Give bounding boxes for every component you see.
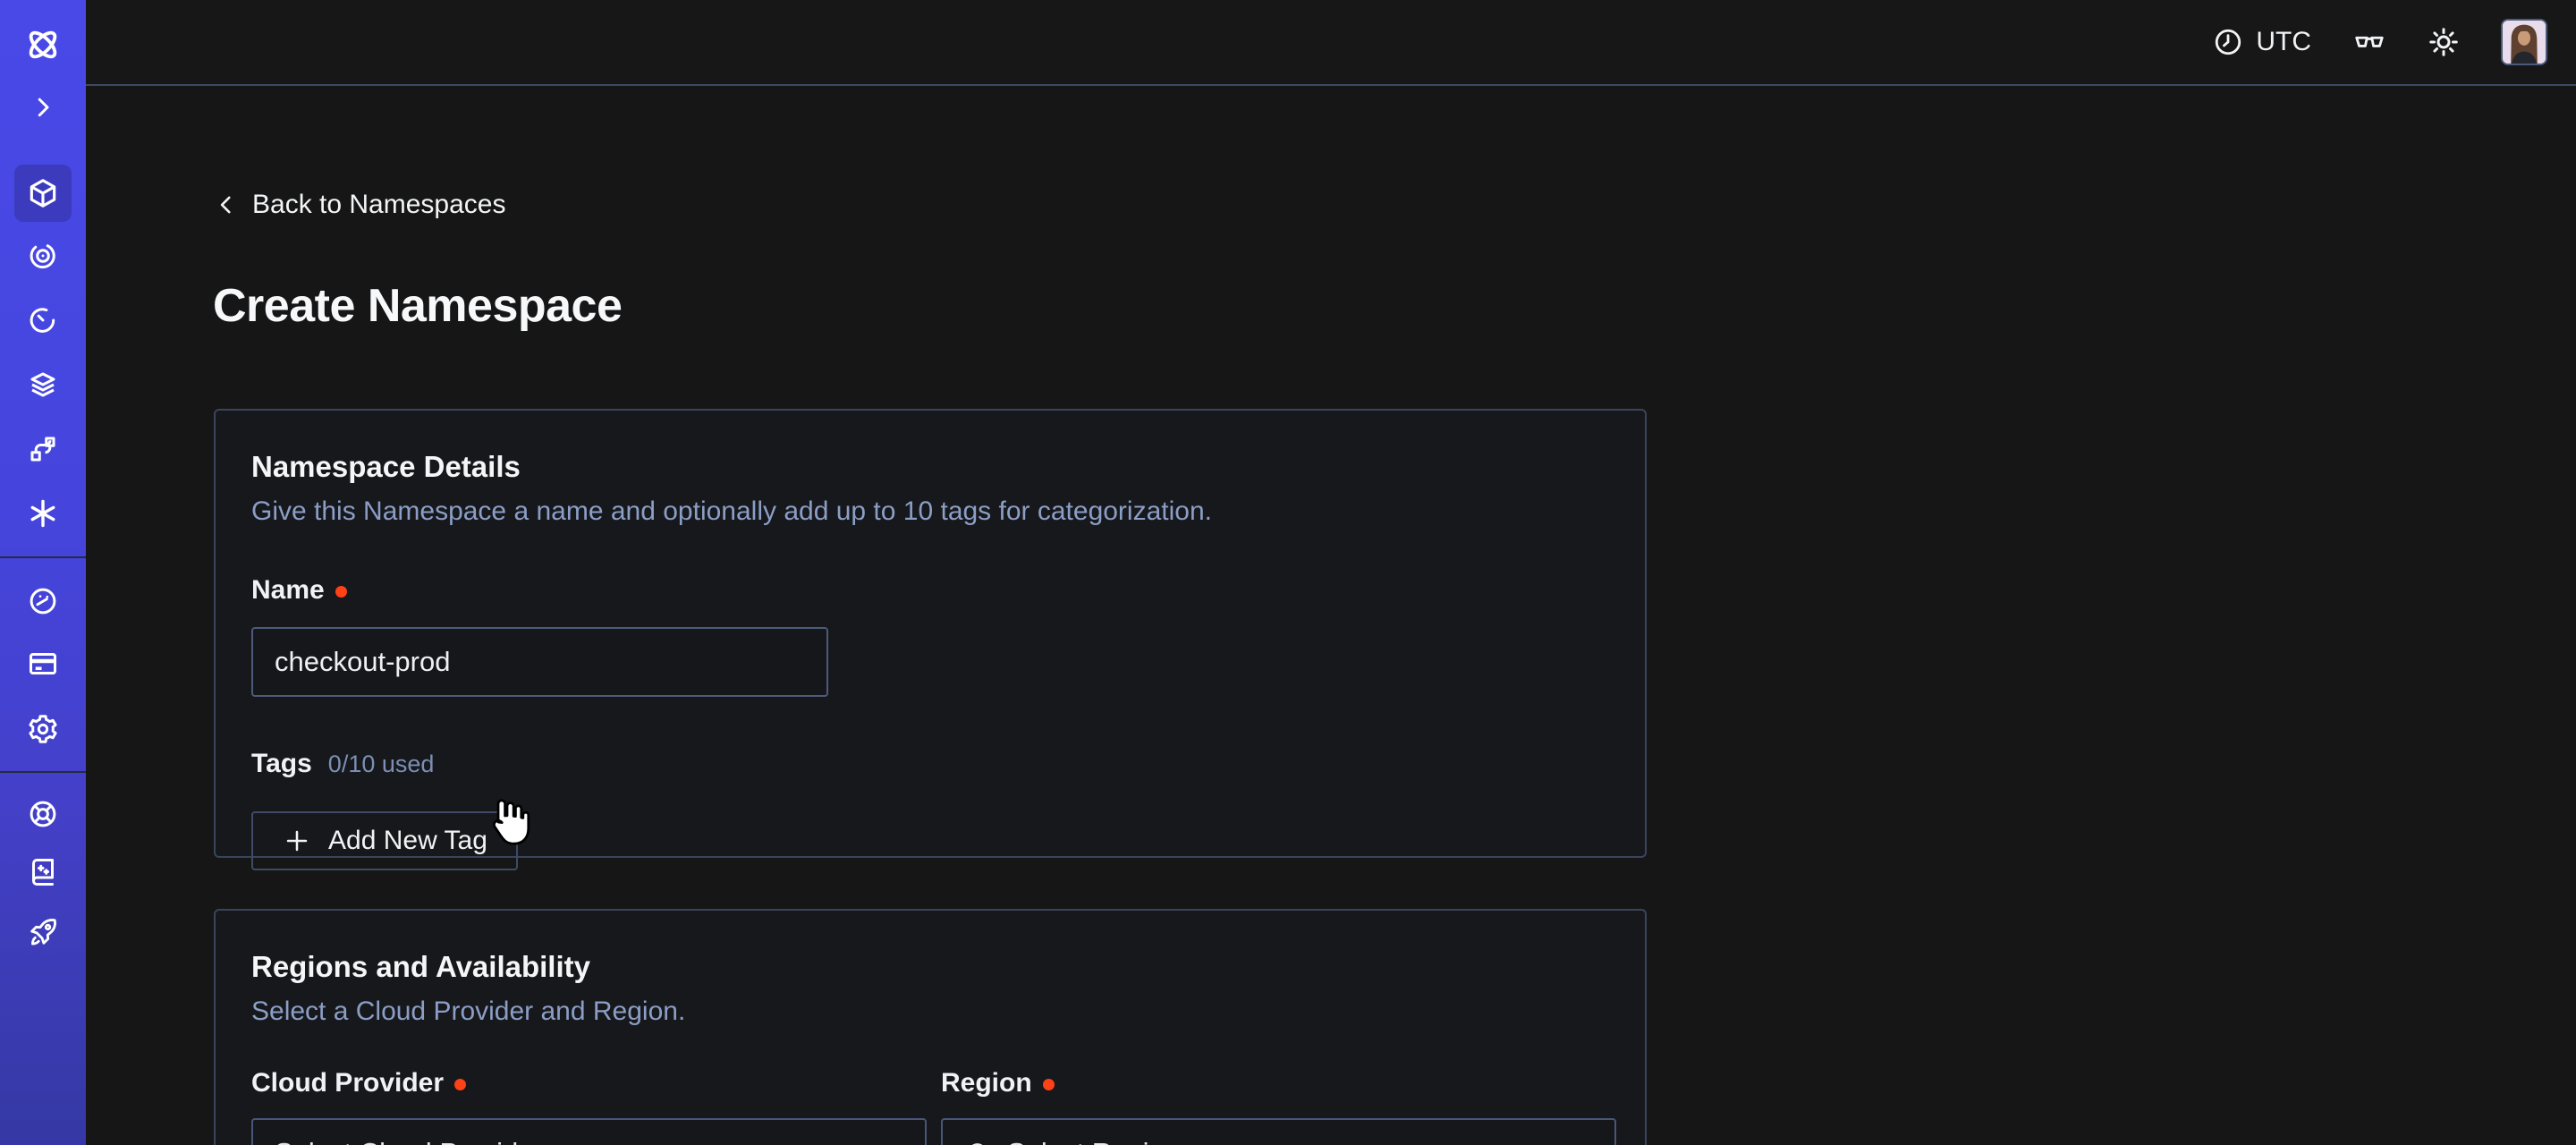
sidebar-item-get-started[interactable] [0, 903, 86, 961]
clock-icon [2213, 27, 2243, 57]
sidebar [0, 0, 86, 1145]
sidebar-item-docs[interactable] [0, 844, 86, 901]
name-field-label: Name [251, 575, 1609, 606]
tags-row: Tags 0/10 used [251, 749, 1609, 779]
gear-icon [27, 713, 59, 745]
chevron-down-icon [1564, 1139, 1593, 1145]
gauge-icon [27, 585, 59, 617]
chevron-down-icon [875, 1139, 903, 1145]
layers-icon [27, 369, 59, 401]
labs-toggle-button[interactable] [2352, 25, 2386, 59]
rocket-icon [27, 916, 59, 948]
main-content: Back to Namespaces Create Namespace Name… [86, 86, 2576, 1145]
sidebar-item-stacks[interactable] [0, 356, 86, 413]
region-selects: Cloud Provider Select Cloud Provider Reg… [251, 1068, 1609, 1145]
sidebar-item-settings[interactable] [0, 700, 86, 758]
page-title: Create Namespace [213, 279, 622, 333]
timer-icon [27, 304, 59, 336]
card-title: Regions and Availability [251, 950, 1609, 984]
temporal-logo-icon [22, 24, 64, 65]
cloud-provider-label-text: Cloud Provider [251, 1068, 444, 1098]
plus-icon [282, 826, 312, 856]
spiral-eye-icon [27, 240, 59, 272]
sidebar-expand-button[interactable] [0, 79, 86, 136]
sidebar-divider [0, 556, 86, 558]
life-ring-icon [27, 798, 59, 830]
search-icon [964, 1139, 993, 1145]
sidebar-item-observe[interactable] [0, 227, 86, 284]
sidebar-divider [0, 771, 86, 773]
namespace-details-card: Namespace Details Give this Namespace a … [214, 409, 1647, 858]
sidebar-item-schedules[interactable] [0, 292, 86, 349]
card-title: Namespace Details [251, 450, 1609, 484]
credit-card-icon [27, 648, 59, 680]
cloud-provider-label: Cloud Provider [251, 1068, 927, 1098]
avatar-image [2503, 21, 2546, 64]
add-new-tag-button[interactable]: Add New Tag [251, 811, 518, 870]
user-avatar[interactable] [2501, 19, 2547, 65]
card-description: Select a Cloud Provider and Region. [251, 997, 1609, 1027]
namespace-name-input[interactable] [251, 627, 828, 697]
theme-toggle-button[interactable] [2428, 26, 2460, 58]
chevron-right-icon [30, 94, 56, 121]
back-to-namespaces-link[interactable]: Back to Namespaces [215, 190, 505, 220]
topbar: UTC [86, 0, 2576, 86]
regions-card: Regions and Availability Select a Cloud … [214, 909, 1647, 1145]
sidebar-item-support[interactable] [0, 785, 86, 843]
sidebar-item-nexus[interactable] [0, 485, 86, 542]
region-field: Region Select Region [941, 1068, 1616, 1145]
sun-icon [2428, 26, 2460, 58]
sidebar-item-namespaces[interactable] [14, 165, 72, 222]
timezone-label: UTC [2256, 27, 2311, 57]
card-description: Give this Namespace a name and optionall… [251, 496, 1609, 527]
cloud-provider-field: Cloud Provider Select Cloud Provider [251, 1068, 927, 1145]
timezone-button[interactable]: UTC [2213, 27, 2311, 57]
temporal-logo[interactable] [0, 16, 86, 73]
back-link-label: Back to Namespaces [252, 190, 505, 220]
tags-used-count: 0/10 used [328, 751, 435, 778]
chevron-left-icon [215, 190, 238, 220]
sidebar-item-billing[interactable] [0, 635, 86, 692]
cloud-provider-value: Select Cloud Provider [275, 1137, 860, 1145]
cloud-provider-select[interactable]: Select Cloud Provider [251, 1118, 927, 1145]
region-label: Region [941, 1068, 1616, 1098]
app-root: UTC [0, 0, 2576, 1145]
region-select[interactable]: Select Region [941, 1118, 1616, 1145]
required-indicator [454, 1079, 466, 1090]
name-label-text: Name [251, 575, 325, 606]
glasses-icon [2352, 25, 2386, 59]
add-tag-label: Add New Tag [328, 826, 487, 856]
region-value: Select Region [1007, 1137, 1550, 1145]
sidebar-item-deployments[interactable] [0, 420, 86, 478]
book-icon [27, 856, 59, 888]
sidebar-item-usage[interactable] [0, 572, 86, 630]
required-indicator [335, 586, 347, 598]
region-label-text: Region [941, 1068, 1032, 1098]
cube-icon [26, 176, 60, 210]
required-indicator [1043, 1079, 1055, 1090]
asterisk-icon [27, 497, 59, 530]
tags-label: Tags [251, 749, 312, 779]
branch-icon [27, 433, 59, 465]
